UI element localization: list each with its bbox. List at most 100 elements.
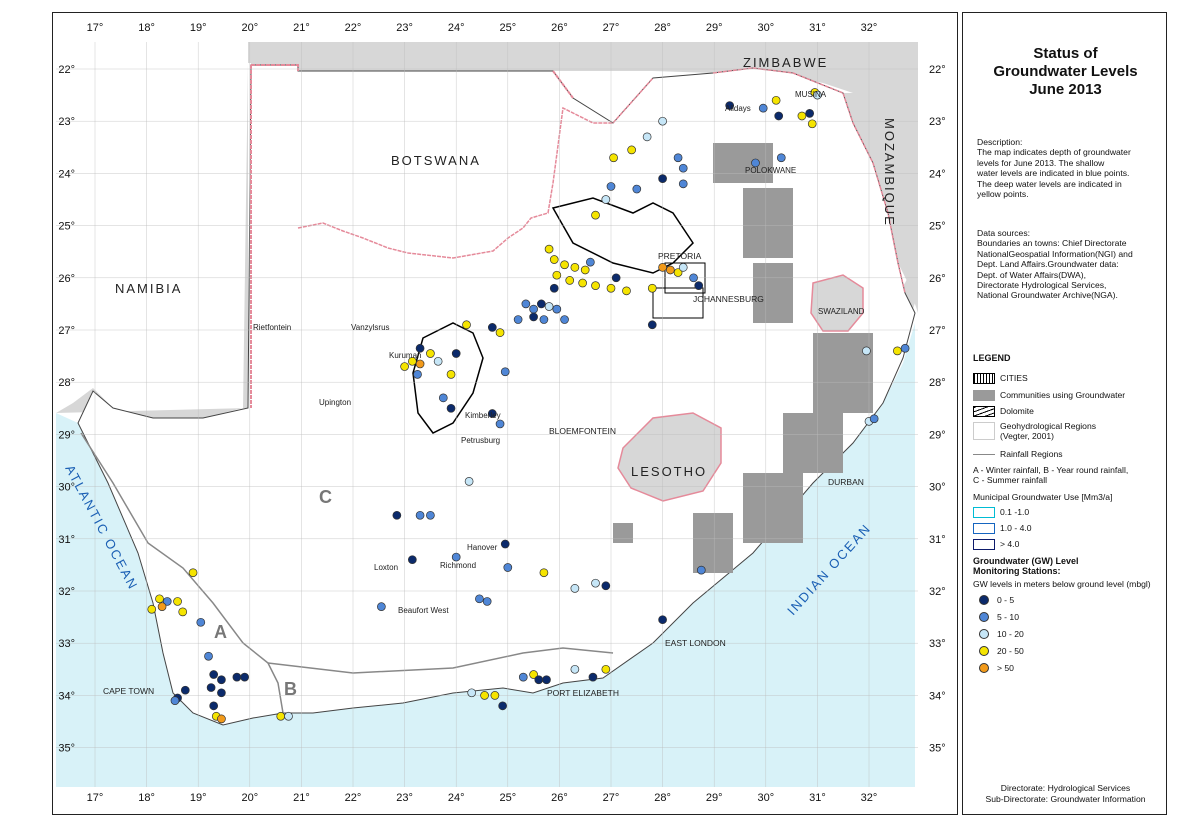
monitoring-station[interactable] [209,701,219,711]
monitoring-station[interactable] [678,179,688,189]
monitoring-station[interactable] [426,349,435,358]
monitoring-station[interactable] [407,555,417,565]
monitoring-station[interactable] [467,688,477,698]
monitoring-station[interactable] [570,664,580,674]
monitoring-station[interactable] [438,393,448,403]
monitoring-station[interactable] [552,304,562,314]
monitoring-station[interactable] [862,346,871,356]
monitoring-station[interactable] [147,604,157,614]
monitoring-station[interactable] [601,195,611,204]
monitoring-station[interactable] [658,615,667,625]
monitoring-station[interactable] [570,263,580,272]
monitoring-station[interactable] [480,691,489,700]
monitoring-station[interactable] [565,276,575,285]
monitoring-station[interactable] [805,109,815,118]
monitoring-station[interactable] [178,607,188,617]
monitoring-station[interactable] [560,315,569,324]
monitoring-station[interactable] [495,419,505,429]
monitoring-station[interactable] [869,414,879,424]
monitoring-station[interactable] [451,349,461,358]
monitoring-station[interactable] [647,283,657,293]
monitoring-station[interactable] [495,328,505,337]
monitoring-station[interactable] [188,568,198,578]
monitoring-station[interactable] [807,119,817,129]
monitoring-station[interactable] [658,174,667,183]
monitoring-station[interactable] [209,670,219,679]
monitoring-station[interactable] [446,403,456,413]
monitoring-station[interactable] [776,153,786,163]
monitoring-station[interactable] [204,651,213,661]
monitoring-station[interactable] [694,281,704,290]
monitoring-station[interactable] [622,286,631,296]
monitoring-station[interactable] [518,672,528,682]
monitoring-station[interactable] [627,145,636,155]
monitoring-station[interactable] [462,320,471,330]
monitoring-station[interactable] [482,597,492,606]
monitoring-station[interactable] [500,367,510,377]
monitoring-station[interactable] [196,617,206,627]
monitoring-station[interactable] [451,552,461,562]
monitoring-station[interactable] [155,594,164,604]
monitoring-station[interactable] [591,281,600,290]
monitoring-station[interactable] [475,594,484,604]
monitoring-station[interactable] [570,584,580,593]
monitoring-station[interactable] [658,263,667,272]
monitoring-station[interactable] [632,184,642,194]
monitoring-station[interactable] [560,260,569,270]
monitoring-station[interactable] [549,255,559,264]
monitoring-station[interactable] [797,111,807,121]
monitoring-station[interactable] [400,362,409,371]
monitoring-station[interactable] [426,510,435,520]
monitoring-station[interactable] [591,210,600,220]
monitoring-station[interactable] [689,273,698,283]
monitoring-station[interactable] [433,356,443,366]
monitoring-station[interactable] [696,565,706,575]
monitoring-station[interactable] [601,664,611,674]
monitoring-station[interactable] [513,315,523,324]
monitoring-station[interactable] [464,477,474,486]
monitoring-station[interactable] [240,672,249,682]
monitoring-station[interactable] [284,711,293,721]
monitoring-station[interactable] [758,103,768,113]
monitoring-station[interactable] [536,299,546,309]
monitoring-station[interactable] [586,257,595,267]
monitoring-station[interactable] [217,675,226,685]
monitoring-station[interactable] [544,244,554,254]
monitoring-station[interactable] [490,691,500,700]
monitoring-station[interactable] [609,153,618,163]
monitoring-station[interactable] [665,265,675,275]
monitoring-station[interactable] [415,510,425,520]
monitoring-station[interactable] [539,315,549,324]
monitoring-station[interactable] [678,163,688,173]
monitoring-station[interactable] [893,346,902,356]
monitoring-station[interactable] [588,672,598,682]
monitoring-station[interactable] [658,116,667,126]
monitoring-station[interactable] [678,263,688,272]
monitoring-station[interactable] [498,701,507,711]
monitoring-station[interactable] [392,510,402,520]
monitoring-station[interactable] [487,323,497,332]
monitoring-station[interactable] [647,320,657,330]
monitoring-station[interactable] [217,688,226,698]
monitoring-station[interactable] [534,675,544,685]
monitoring-station[interactable] [206,683,216,692]
monitoring-station[interactable] [771,95,781,105]
monitoring-station[interactable] [549,283,559,293]
monitoring-station[interactable] [611,273,621,283]
monitoring-station[interactable] [413,370,422,379]
monitoring-station[interactable] [774,111,784,121]
monitoring-station[interactable] [446,370,456,379]
monitoring-station[interactable] [377,602,386,612]
monitoring-station[interactable] [500,539,510,549]
monitoring-station[interactable] [578,278,587,288]
monitoring-station[interactable] [580,265,590,275]
monitoring-station[interactable] [542,675,551,685]
monitoring-station[interactable] [544,302,554,311]
monitoring-station[interactable] [415,359,425,369]
monitoring-station[interactable] [232,672,242,682]
monitoring-station[interactable] [673,153,683,163]
monitoring-station[interactable] [606,182,616,191]
monitoring-station[interactable] [170,696,180,705]
monitoring-station[interactable] [552,270,562,280]
monitoring-station[interactable] [180,685,190,695]
